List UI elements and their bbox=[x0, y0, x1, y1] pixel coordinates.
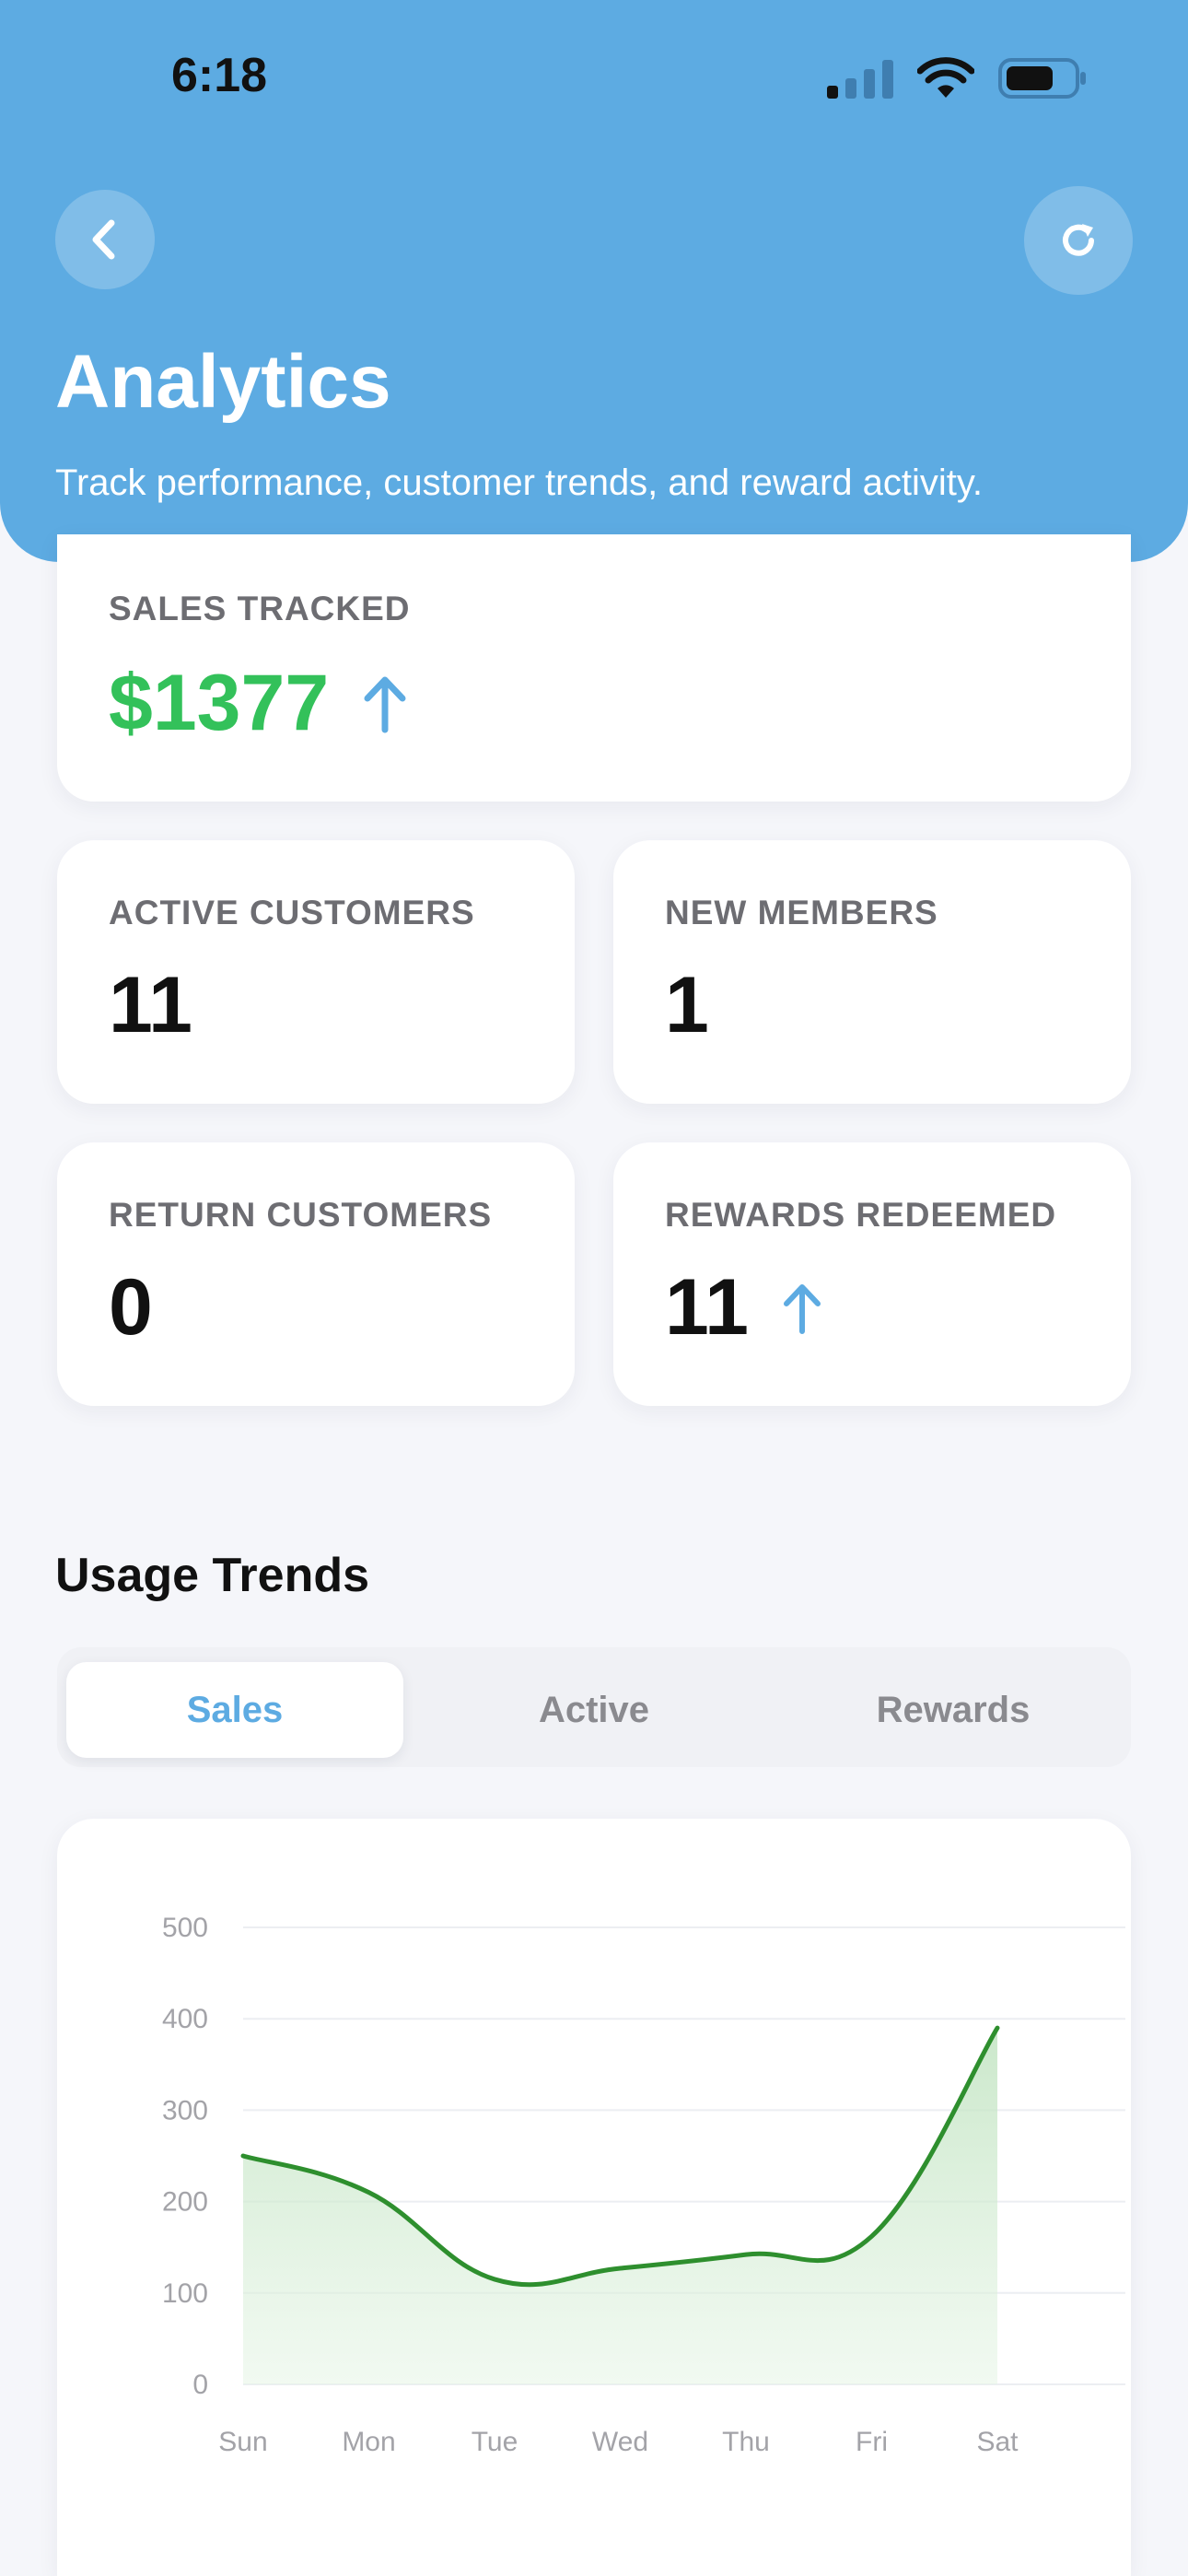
data-point bbox=[367, 2191, 370, 2194]
x-tick-label: Wed bbox=[592, 2427, 648, 2457]
usage-trends-title: Usage Trends bbox=[55, 1549, 370, 1602]
refresh-icon bbox=[1063, 224, 1094, 256]
page-title: Analytics bbox=[55, 340, 391, 424]
x-tick-label: Tue bbox=[472, 2427, 518, 2457]
data-point bbox=[996, 2027, 998, 2030]
tab-rewards[interactable]: Rewards bbox=[785, 1662, 1122, 1758]
rewards-redeemed-number: 11 bbox=[665, 1263, 749, 1352]
data-point bbox=[494, 2277, 495, 2280]
header: 6:18 Analytics Track performance, custom… bbox=[0, 0, 1188, 562]
tab-active[interactable]: Active bbox=[425, 1662, 763, 1758]
sales-tracked-card: SALES TRACKED $1377 bbox=[57, 534, 1131, 802]
battery-icon bbox=[998, 58, 1086, 99]
return-customers-card: RETURN CUSTOMERS 0 bbox=[57, 1142, 575, 1406]
data-point bbox=[619, 2267, 622, 2270]
back-button[interactable] bbox=[55, 190, 155, 289]
new-members-card: NEW MEMBERS 1 bbox=[613, 840, 1131, 1104]
new-members-value: 1 bbox=[665, 960, 709, 1051]
page-subtitle: Track performance, customer trends, and … bbox=[55, 463, 984, 503]
chevron-left-icon bbox=[92, 219, 115, 260]
active-customers-label: ACTIVE CUSTOMERS bbox=[109, 894, 475, 931]
y-tick-label: 300 bbox=[162, 2095, 208, 2125]
status-icons bbox=[827, 57, 1087, 100]
active-customers-number: 11 bbox=[109, 961, 192, 1049]
return-customers-value: 0 bbox=[109, 1262, 153, 1353]
x-tick-label: Sat bbox=[976, 2427, 1019, 2457]
usage-tabs: Sales Active Rewards bbox=[57, 1647, 1131, 1767]
y-tick-label: 200 bbox=[162, 2187, 208, 2218]
y-tick-label: 400 bbox=[162, 2004, 208, 2034]
x-tick-label: Thu bbox=[722, 2427, 770, 2457]
data-point bbox=[870, 2235, 873, 2238]
rewards-redeemed-card: REWARDS REDEEMED 11 bbox=[613, 1142, 1131, 1406]
y-tick-label: 0 bbox=[192, 2370, 208, 2400]
wifi-icon bbox=[917, 57, 974, 98]
usage-chart-card: 0 100 200 300 400 500 Sun Mon Tue Wed Thu Fri Sat bbox=[57, 1819, 1131, 2576]
arrow-up-icon bbox=[783, 1283, 821, 1334]
active-customers-card: ACTIVE CUSTOMERS 11 bbox=[57, 840, 575, 1104]
data-point bbox=[242, 2155, 244, 2157]
sales-area bbox=[243, 2028, 997, 2384]
status-time: 6:18 bbox=[171, 49, 268, 102]
return-customers-number: 0 bbox=[109, 1263, 153, 1352]
x-tick-label: Fri bbox=[856, 2427, 888, 2457]
sales-tracked-value: $1377 bbox=[109, 659, 330, 747]
return-customers-label: RETURN CUSTOMERS bbox=[109, 1196, 493, 1234]
sales-tracked-value-row: $1377 bbox=[109, 658, 410, 749]
data-point bbox=[745, 2254, 747, 2256]
usage-chart: 0 100 200 300 400 500 Sun Mon Tue Wed Thu Fri Sat bbox=[162, 1913, 1125, 2457]
active-customers-value: 11 bbox=[109, 960, 192, 1051]
y-tick-label: 500 bbox=[162, 1913, 208, 1943]
rewards-redeemed-value: 11 bbox=[665, 1262, 824, 1353]
x-tick-label: Mon bbox=[342, 2427, 395, 2457]
refresh-button[interactable] bbox=[1024, 186, 1133, 295]
sales-tracked-label: SALES TRACKED bbox=[109, 590, 411, 627]
y-tick-label: 100 bbox=[162, 2278, 208, 2309]
arrow-up-icon bbox=[364, 676, 406, 732]
tab-sales[interactable]: Sales bbox=[66, 1662, 403, 1758]
new-members-number: 1 bbox=[665, 961, 709, 1049]
signal-icon bbox=[827, 60, 893, 99]
rewards-redeemed-label: REWARDS REDEEMED bbox=[665, 1196, 1057, 1234]
new-members-label: NEW MEMBERS bbox=[665, 894, 938, 931]
x-tick-label: Sun bbox=[218, 2427, 267, 2457]
